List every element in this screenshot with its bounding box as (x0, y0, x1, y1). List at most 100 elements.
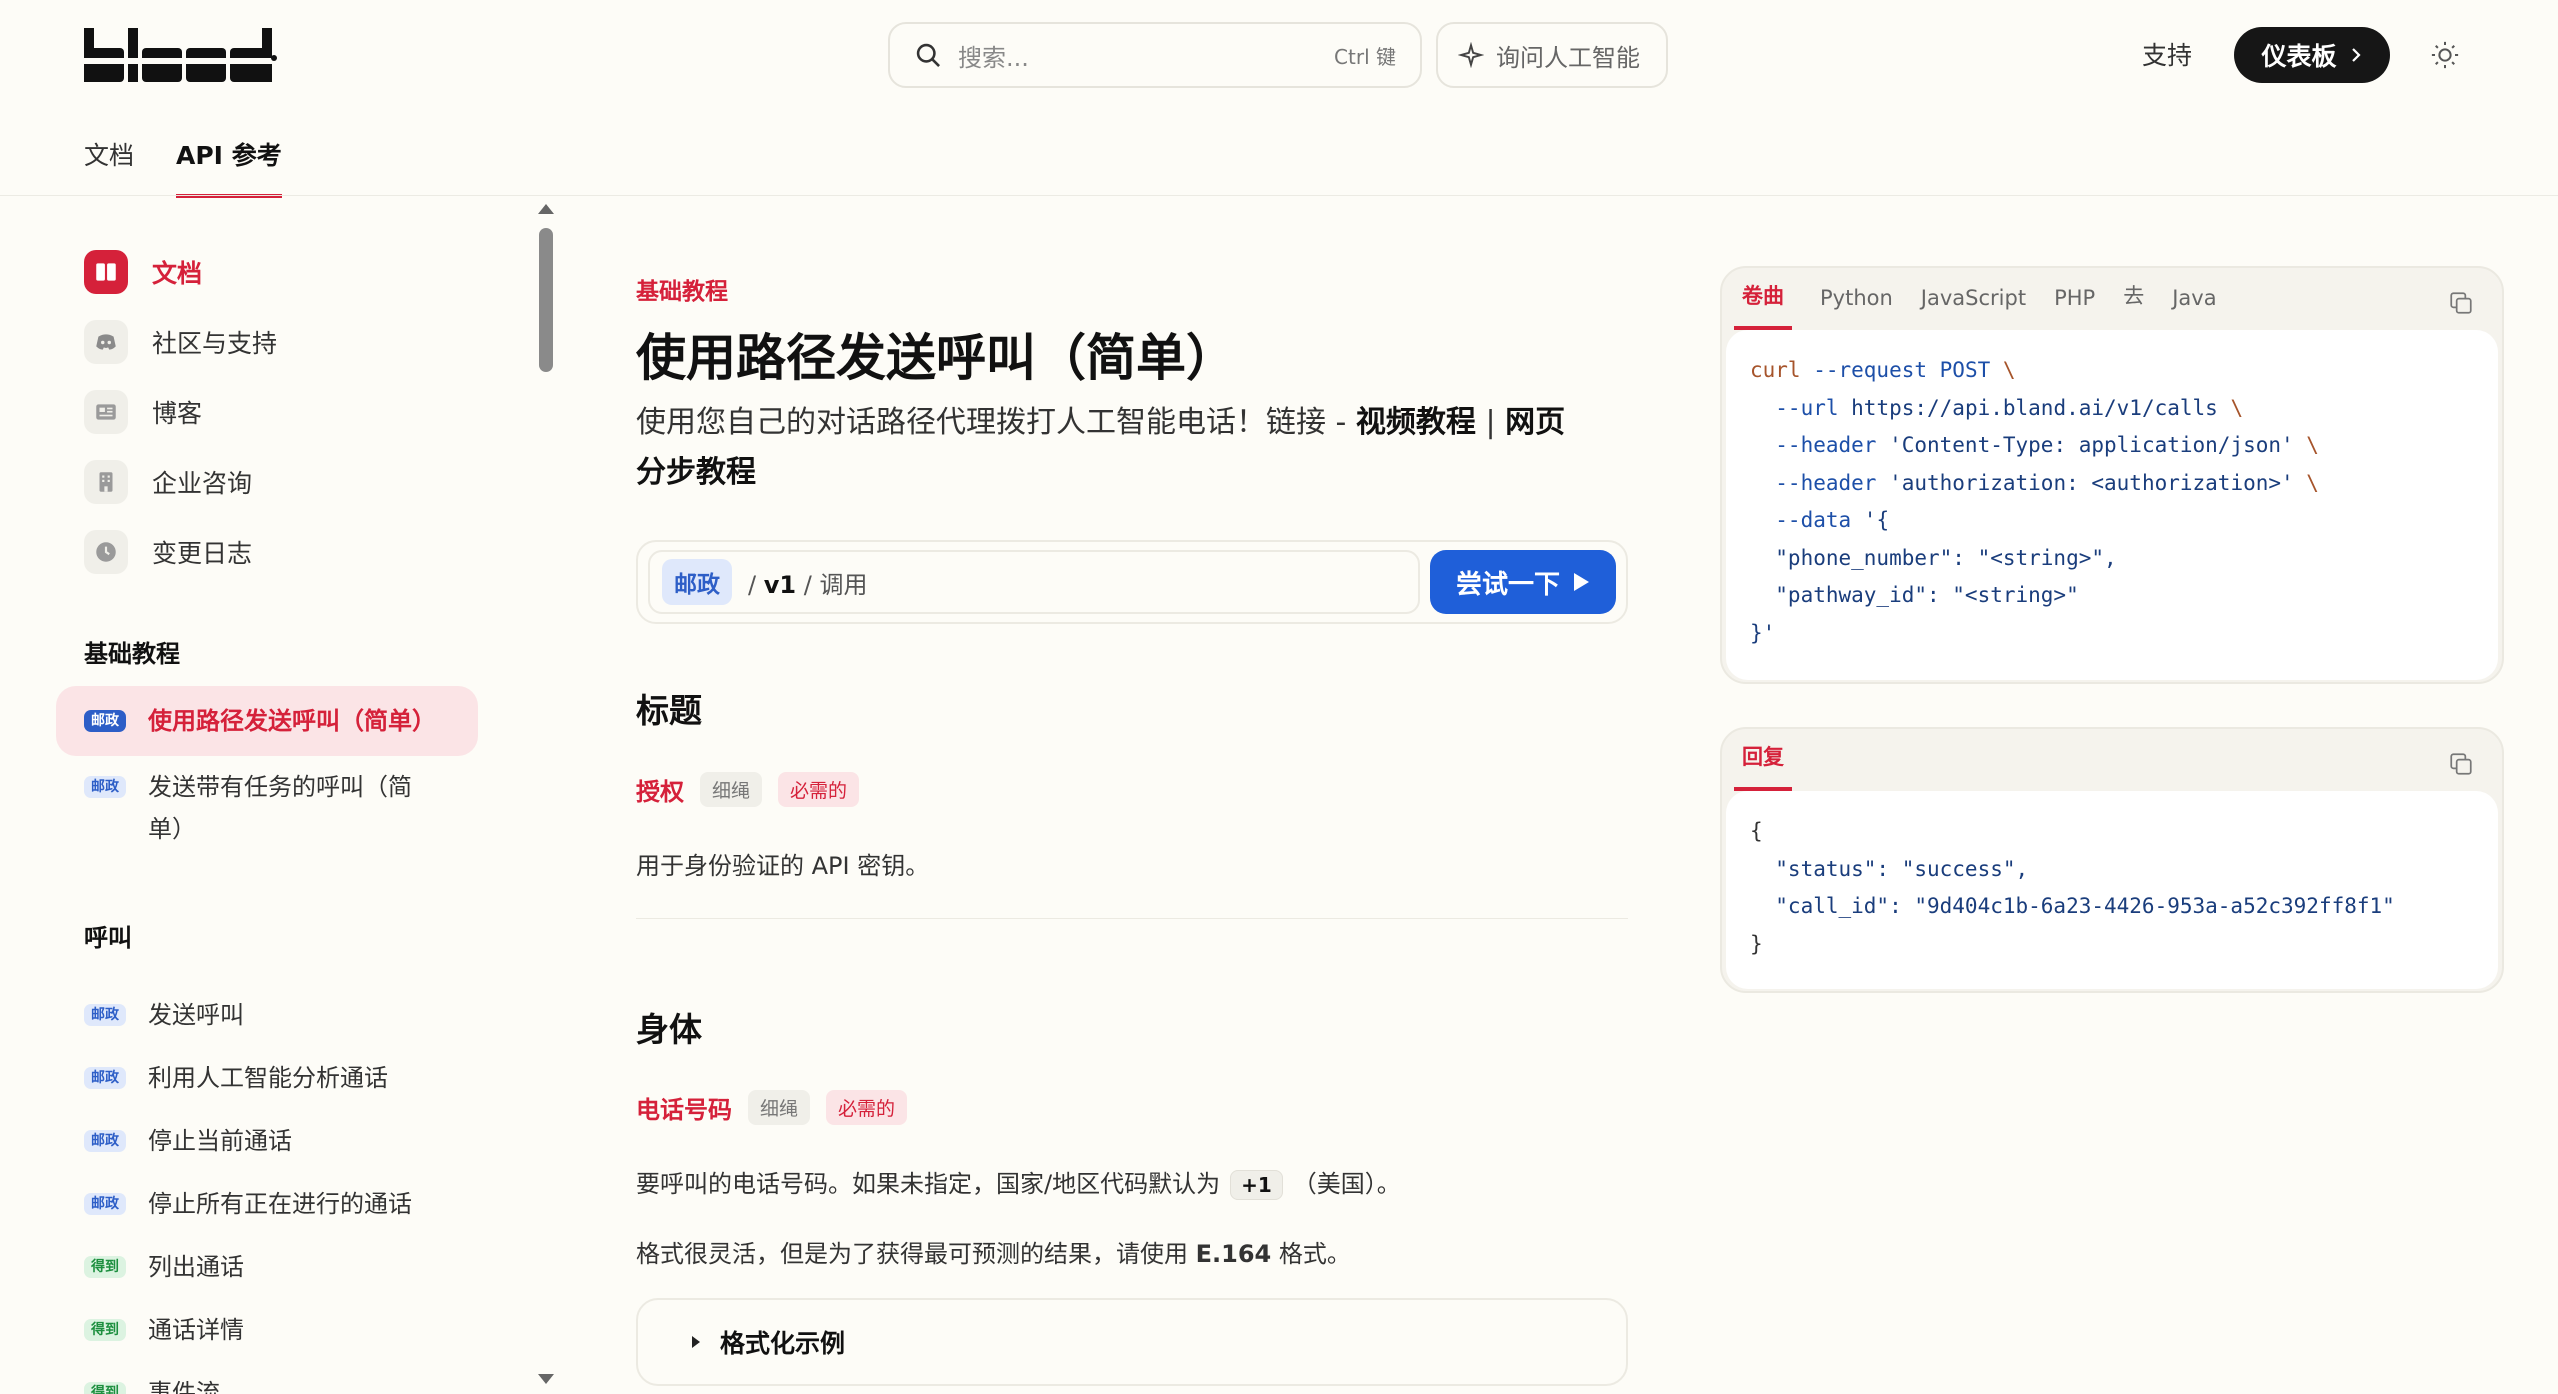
sidebar-link-changelog[interactable]: 变更日志 (84, 530, 252, 574)
method-badge: 得到 (84, 1382, 126, 1394)
sidebar-item-label: 停止当前通话 (148, 1127, 292, 1155)
book-icon (84, 250, 128, 294)
ask-ai-button[interactable]: 询问人工智能 (1436, 22, 1668, 88)
tab-python[interactable]: Python (1820, 286, 1893, 330)
tab-response[interactable]: 回复 (1734, 741, 1792, 791)
method-badge: 邮政 (84, 776, 126, 798)
support-link[interactable]: 支持 (2142, 36, 2192, 72)
search-placeholder: 搜索... (958, 43, 1029, 72)
sidebar-item-label: 列出通话 (148, 1253, 244, 1281)
ask-ai-label: 询问人工智能 (1496, 43, 1640, 72)
endpoint-path[interactable]: 邮政 / v1 / 调用 (648, 550, 1420, 614)
copy-icon[interactable] (2448, 751, 2474, 777)
play-icon (1574, 573, 1589, 591)
section-divider (636, 918, 1628, 919)
sidebar-heading-basic: 基础教程 (84, 640, 180, 668)
discord-icon (84, 320, 128, 364)
method-badge: 邮政 (84, 710, 126, 732)
copy-icon[interactable] (2448, 290, 2474, 316)
sidebar-link-label: 社区与支持 (152, 329, 278, 358)
try-it-label: 尝试一下 (1455, 569, 1560, 600)
breadcrumb: 基础教程 (636, 279, 728, 305)
body-section-title: 身体 (636, 1010, 702, 1049)
search-box[interactable]: 搜索... Ctrl 键 (888, 22, 1422, 88)
sidebar-item-label: 通话详情 (148, 1316, 244, 1344)
sidebar-link-enterprise[interactable]: 企业咨询 (84, 460, 252, 504)
sidebar-item-list-calls[interactable]: 得到 列出通话 (56, 1232, 478, 1302)
headers-section-title: 标题 (636, 691, 702, 730)
phone-field-row: 电话号码 细绳 必需的 (636, 1090, 908, 1125)
request-code: curl --request POST \ --url https://api.… (1726, 330, 2498, 680)
sidebar-item-label: 发送呼叫 (148, 1001, 244, 1029)
method-badge: 邮政 (84, 1067, 126, 1089)
method-badge: 邮政 (662, 559, 732, 605)
sidebar-item-label: 使用路径发送呼叫（简单） (148, 707, 436, 735)
phone-format-note: 格式很灵活，但是为了获得最可预测的结果，请使用 E.164 格式。 (636, 1240, 1351, 1268)
sidebar-item-label: 事件流 (148, 1379, 220, 1394)
sidebar-item-label: 发送带有任务的呼叫（简 单） (148, 773, 412, 843)
auth-field-row: 授权 细绳 必需的 (636, 772, 860, 807)
inline-code: +1 (1230, 1170, 1283, 1200)
response-tabs: 回复 (1722, 729, 2502, 791)
chevron-right-icon (2351, 48, 2361, 62)
method-badge: 邮政 (84, 1130, 126, 1152)
endpoint-bar: 邮政 / v1 / 调用 尝试一下 (636, 540, 1628, 624)
field-name: 电话号码 (636, 1095, 732, 1124)
sidebar-link-community[interactable]: 社区与支持 (84, 320, 277, 364)
sidebar-heading-calls: 呼叫 (84, 924, 132, 952)
search-icon (916, 43, 940, 67)
dashboard-label: 仪表板 (2261, 42, 2337, 71)
scroll-up-arrow[interactable] (538, 204, 554, 214)
type-chip: 细绳 (748, 1090, 811, 1125)
sun-icon[interactable] (2430, 40, 2460, 70)
sidebar-link-label: 企业咨询 (152, 469, 253, 498)
dashboard-button[interactable]: 仪表板 (2234, 27, 2390, 83)
bland-logo[interactable] (84, 28, 278, 82)
tab-go[interactable]: 去 (2123, 280, 2144, 330)
tab-php[interactable]: PHP (2054, 286, 2095, 330)
page-description: 使用您自己的对话路径代理拨打人工智能电话！链接 - 视频教程 | 网页 分步教程 (636, 405, 1566, 490)
required-chip: 必需的 (778, 772, 860, 807)
sidebar-item-event-stream[interactable]: 得到 事件流 (56, 1358, 478, 1394)
top-nav: 文档 API 参考 (84, 136, 282, 198)
sidebar-scrollbar[interactable] (538, 200, 554, 1394)
header-divider (0, 195, 2558, 196)
method-badge: 得到 (84, 1256, 126, 1278)
try-it-button[interactable]: 尝试一下 (1430, 550, 1616, 614)
newspaper-icon (84, 390, 128, 434)
sidebar-item-label: 利用人工智能分析通话 (148, 1064, 388, 1092)
auth-description: 用于身份验证的 API 密钥。 (636, 852, 930, 880)
sidebar-link-docs[interactable]: 文档 (84, 250, 202, 294)
video-tutorial-link[interactable]: 视频教程 (1356, 405, 1476, 440)
sidebar-item-stop-call[interactable]: 邮政 停止当前通话 (56, 1106, 478, 1176)
tab-curl[interactable]: 卷曲 (1734, 280, 1792, 330)
tab-api-reference[interactable]: API 参考 (176, 136, 282, 198)
clock-icon (84, 530, 128, 574)
sidebar-link-blog[interactable]: 博客 (84, 390, 202, 434)
field-name: 授权 (636, 777, 684, 806)
sidebar-link-label: 文档 (152, 259, 203, 288)
sidebar-item-send-call[interactable]: 邮政 发送呼叫 (56, 980, 478, 1050)
sidebar-item-analyze-call[interactable]: 邮政 利用人工智能分析通话 (56, 1043, 478, 1113)
sidebar-link-label: 博客 (152, 399, 203, 428)
sidebar-item-call-details[interactable]: 得到 通话详情 (56, 1295, 478, 1365)
caret-right-icon (692, 1336, 700, 1348)
building-icon (84, 460, 128, 504)
request-code-panel: 卷曲 Python JavaScript PHP 去 Java curl --r… (1720, 266, 2504, 684)
sidebar-scroll-thumb[interactable] (539, 228, 553, 372)
sidebar-item-stop-all-calls[interactable]: 邮政 停止所有正在进行的通话 (56, 1169, 478, 1239)
format-examples-expander[interactable]: 格式化示例 (636, 1298, 1628, 1386)
page-title: 使用路径发送呼叫（简单） (636, 329, 1236, 387)
response-code-panel: 回复 { "status": "success", "call_id": "9d… (1720, 727, 2504, 993)
tab-java[interactable]: Java (2172, 286, 2216, 330)
sidebar-item-send-call-pathway[interactable]: 邮政 使用路径发送呼叫（简单） (56, 686, 478, 756)
method-badge: 邮政 (84, 1193, 126, 1215)
sidebar-item-send-call-task[interactable]: 邮政 发送带有任务的呼叫（简 单） (56, 752, 478, 864)
tab-docs[interactable]: 文档 (84, 136, 134, 198)
tab-javascript[interactable]: JavaScript (1921, 286, 2026, 330)
language-tabs: 卷曲 Python JavaScript PHP 去 Java (1722, 268, 2502, 330)
method-badge: 得到 (84, 1319, 126, 1341)
scroll-down-arrow[interactable] (538, 1374, 554, 1384)
expander-label: 格式化示例 (720, 1329, 846, 1358)
type-chip: 细绳 (700, 772, 763, 807)
